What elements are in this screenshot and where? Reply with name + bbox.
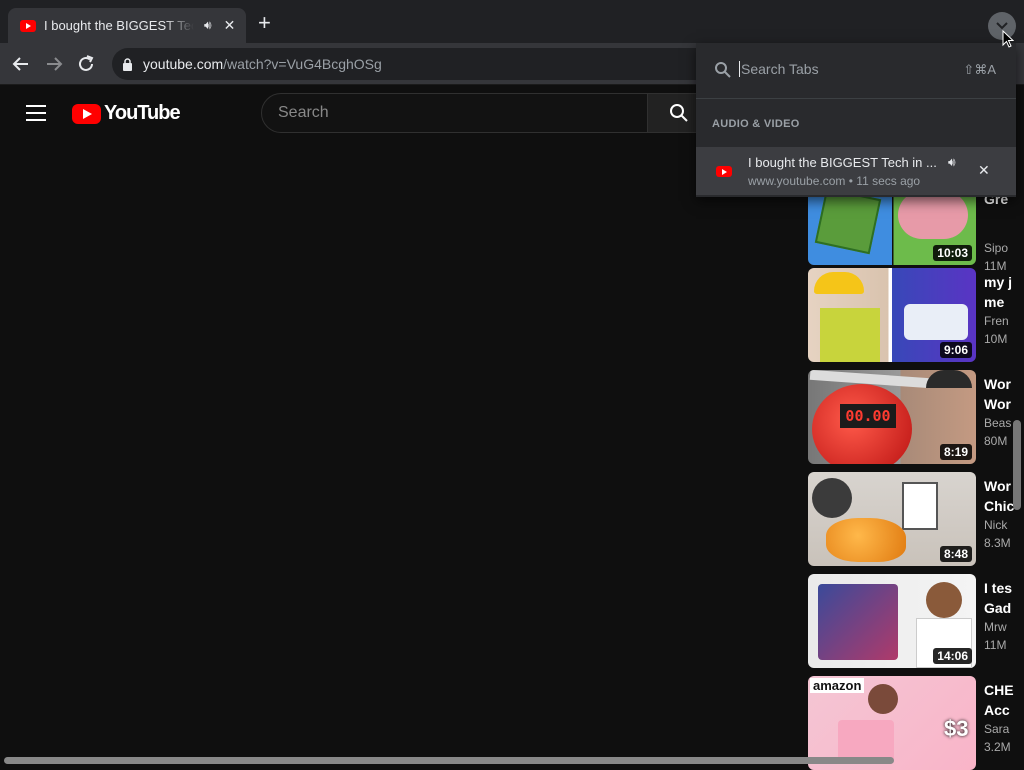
forward-button[interactable] [43,53,65,75]
amazon-label: amazon [810,678,865,693]
person-graphic [812,478,852,518]
reload-button[interactable] [75,53,97,75]
bed-graphic [904,304,968,340]
hard-hat-graphic [814,272,864,294]
tab-close-icon[interactable]: ✕ [224,17,236,34]
lock-icon [123,57,132,71]
video-views: 10M [984,332,1008,346]
tab-search-panel: Search Tabs ⇧⌘A AUDIO & VIDEO I bought t… [696,43,1016,197]
youtube-favicon-icon [20,19,36,32]
reload-icon [79,55,94,71]
cube-graphic [814,187,882,255]
timer-display: 00.00 [840,404,896,428]
video-duration: 10:03 [933,245,972,261]
video-thumbnail[interactable]: 14:06 [808,574,976,668]
back-button[interactable] [10,53,32,75]
video-thumbnail[interactable]: 00.00 8:19 [808,370,976,464]
video-channel[interactable]: Mrw [984,620,1024,634]
video-duration: 8:19 [939,444,972,460]
youtube-play-icon [72,103,101,124]
video-duration: 14:06 [933,648,972,664]
video-views: 3.2M [984,740,1011,754]
related-video-item[interactable]: 14:06 I tes Gad Mrw 11M [808,574,1024,668]
video-duration: 9:06 [939,342,972,358]
new-tab-button[interactable]: + [258,12,271,34]
menu-icon[interactable] [26,105,46,121]
video-title[interactable]: I tes Gad [984,578,1024,618]
youtube-logo[interactable]: YouTube [72,102,181,125]
result-time: 11 secs ago [856,174,921,188]
youtube-favicon-icon [716,166,732,177]
url-host: youtube.com [143,56,224,72]
price-label: $3 [944,716,969,741]
keyboard-shortcut: ⇧⌘A [963,62,996,77]
search-icon [715,62,731,78]
cap-graphic [926,370,972,388]
arrow-right-icon [47,57,63,71]
video-channel[interactable]: Fren [984,314,1024,328]
video-thumbnail[interactable]: 8:48 [808,472,976,566]
tab-strip: I bought the BIGGEST Tech in the World 🔊… [0,0,1024,43]
video-title[interactable]: Wor Wor [984,374,1024,414]
person-graphic [868,684,898,714]
speaker-icon[interactable]: 🔊︎ [204,18,212,33]
related-video-item[interactable]: 00.00 8:19 Wor Wor Beas 80M [808,370,1024,464]
youtube-logo-text: YouTube [104,102,181,124]
speaker-icon: 🔊︎ [948,155,956,169]
result-close-icon[interactable]: ✕ [978,162,990,179]
video-title[interactable]: CHE Acc [984,680,1024,720]
certificate-graphic [902,482,938,530]
browser-tab[interactable]: I bought the BIGGEST Tech in the World 🔊… [8,8,246,43]
nugget-graphic [826,518,906,562]
tab-search-input[interactable]: Search Tabs [739,61,819,77]
search-input[interactable]: Search [261,93,648,133]
related-video-item[interactable]: amazon $3 CHE Acc Sara 3.2M [808,676,1024,770]
related-video-item[interactable]: 8:48 Wor Chic Nick 8.3M [808,472,1024,566]
url-path: /watch?v=VuG4BcghOSg [223,56,382,72]
meta-separator: • [848,174,853,188]
section-label: AUDIO & VIDEO [712,118,800,130]
video-channel[interactable]: Sipo [984,241,1024,255]
video-channel[interactable]: Sara [984,722,1024,736]
video-thumbnail[interactable]: 9:06 [808,268,976,362]
tab-search-field[interactable]: Search Tabs ⇧⌘A [696,43,1016,99]
video-channel[interactable]: Nick [984,518,1024,532]
video-views: 8.3M [984,536,1011,550]
tab-title: I bought the BIGGEST Tech in the World [44,18,194,33]
video-views: 11M [984,638,1007,652]
search-icon [670,104,688,122]
laptop-stack-graphic [818,584,898,660]
vertical-scrollbar[interactable] [1013,420,1021,510]
video-thumbnail[interactable]: amazon $3 [808,676,976,770]
brain-graphic [898,191,968,239]
result-domain: www.youtube.com [748,174,846,188]
horizontal-scrollbar[interactable] [4,757,894,764]
related-video-item[interactable]: 9:06 my j me Fren 10M [808,268,1024,362]
result-title: I bought the BIGGEST Tech in ... [748,155,937,170]
vest-graphic [820,308,880,362]
person-graphic [926,582,962,618]
video-duration: 8:48 [939,546,972,562]
mouse-cursor-icon [1002,30,1014,48]
arrow-left-icon [12,57,28,71]
address-bar[interactable]: youtube.com/watch?v=VuG4BcghOSg [112,48,712,80]
tab-search-result[interactable]: I bought the BIGGEST Tech in ... 🔊︎ www.… [696,147,1016,195]
result-meta: www.youtube.com • 11 secs ago [748,174,920,188]
video-title[interactable]: my j me [984,272,1024,312]
